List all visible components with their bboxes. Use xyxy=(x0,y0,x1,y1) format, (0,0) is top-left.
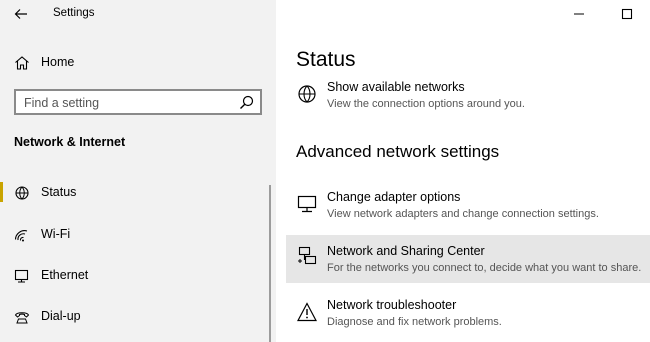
home-label: Home xyxy=(41,55,75,69)
search-input[interactable] xyxy=(24,94,224,111)
search-icon[interactable] xyxy=(239,95,254,110)
status-icon xyxy=(15,186,29,200)
link-description: Diagnose and fix network problems. xyxy=(327,316,502,328)
advanced-network-settings-heading: Advanced network settings xyxy=(296,142,500,161)
sidebar: Settings Home Network & Internet Status … xyxy=(0,0,276,342)
sidebar-item-label: Dial-up xyxy=(41,309,81,323)
network-and-sharing-center-link[interactable]: Network and Sharing Center For the netwo… xyxy=(286,235,650,283)
sidebar-item-label: Ethernet xyxy=(41,268,89,282)
ethernet-icon xyxy=(14,269,29,283)
minimize-icon[interactable] xyxy=(573,8,585,20)
sidebar-item-status[interactable]: Status xyxy=(0,177,276,207)
sidebar-item-dialup[interactable]: Dial-up xyxy=(0,301,276,331)
network-globe-icon xyxy=(298,85,316,103)
sharing-center-icon xyxy=(298,246,317,265)
link-description: View the connection options around you. xyxy=(327,98,525,110)
link-description: View network adapters and change connect… xyxy=(327,208,599,220)
link-description: For the networks you connect to, decide … xyxy=(327,262,642,274)
page-title: Status xyxy=(296,48,356,71)
dialup-icon xyxy=(14,312,30,324)
link-title: Network and Sharing Center xyxy=(327,244,485,258)
link-title: Show available networks xyxy=(327,80,465,94)
sidebar-scrollbar[interactable] xyxy=(269,185,271,342)
home-icon xyxy=(15,56,29,70)
warning-icon xyxy=(297,302,317,322)
back-arrow-icon xyxy=(14,9,27,19)
sidebar-item-wifi[interactable]: Wi-Fi xyxy=(0,219,276,249)
sidebar-item-label: Status xyxy=(41,185,77,199)
window-title: Settings xyxy=(53,7,95,19)
link-title: Change adapter options xyxy=(327,190,461,204)
sidebar-item-ethernet[interactable]: Ethernet xyxy=(0,260,276,290)
show-available-networks-link[interactable]: Show available networks View the connect… xyxy=(286,77,650,119)
adapter-icon xyxy=(297,195,317,213)
section-heading: Network & Internet xyxy=(14,135,126,149)
search-box[interactable] xyxy=(14,89,262,115)
main-content: Status Show available networks View the … xyxy=(276,0,650,342)
change-adapter-options-link[interactable]: Change adapter options View network adap… xyxy=(286,187,650,229)
back-button[interactable] xyxy=(10,4,32,24)
home-nav-item[interactable]: Home xyxy=(0,48,276,76)
sidebar-item-label: Wi-Fi xyxy=(41,227,71,241)
network-troubleshooter-link[interactable]: Network troubleshooter Diagnose and fix … xyxy=(286,295,650,337)
maximize-icon[interactable] xyxy=(621,8,633,20)
selection-indicator xyxy=(0,182,3,202)
link-title: Network troubleshooter xyxy=(327,298,457,312)
wifi-icon xyxy=(14,230,28,242)
